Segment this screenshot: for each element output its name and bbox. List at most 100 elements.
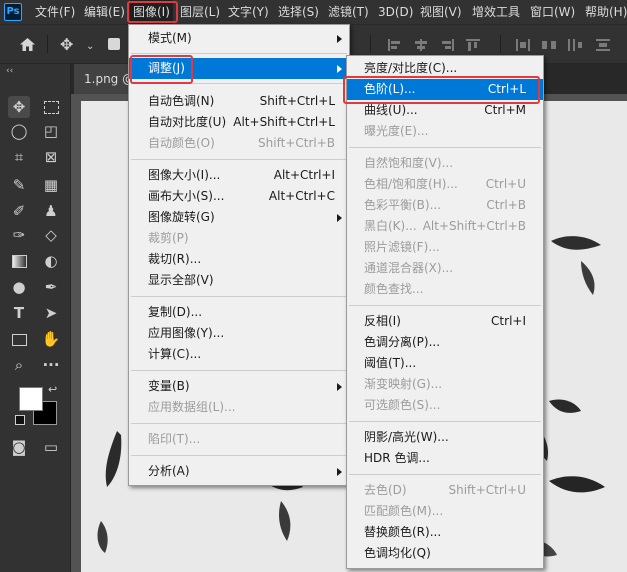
distribute-vertical-icon[interactable]	[596, 39, 610, 51]
menu-item-threshold[interactable]: 阈值(T)...	[347, 353, 543, 374]
crop-tool-icon[interactable]: ⌗	[8, 146, 30, 168]
brush-tool-icon[interactable]: ✐	[8, 200, 30, 222]
history-brush-tool-icon[interactable]: ✑	[8, 224, 30, 246]
menu-item-image-size[interactable]: 图像大小(I)... Alt+Ctrl+I	[129, 165, 349, 186]
quick-mask-icon[interactable]: ◙	[8, 436, 30, 458]
menu-item-canvas-size[interactable]: 画布大小(S)... Alt+Ctrl+C	[129, 186, 349, 207]
menu-item-black-white[interactable]: 黑白(K)... Alt+Shift+Ctrl+B	[347, 216, 543, 237]
menu-item-shadows-highlights[interactable]: 阴影/高光(W)...	[347, 427, 543, 448]
menu-item-gradient-map[interactable]: 渐变映射(G)...	[347, 374, 543, 395]
foreground-color-swatch[interactable]	[19, 387, 43, 411]
submenu-arrow-icon	[337, 383, 342, 391]
menu-item-calculations[interactable]: 计算(C)...	[129, 344, 349, 365]
screen-mode-icon[interactable]: ▭	[40, 436, 62, 458]
annotation-frame-image-menu	[127, 1, 178, 23]
menu-window[interactable]: 窗口(W)	[530, 0, 575, 24]
menu-item-equalize[interactable]: 色调均化(Q)	[347, 543, 543, 564]
align-left-icon[interactable]	[388, 39, 402, 51]
distribute-icon[interactable]	[516, 39, 530, 51]
blur-tool-icon[interactable]: ◐	[40, 250, 62, 272]
menu-type[interactable]: 文字(Y)	[228, 0, 269, 24]
menu-item-crop[interactable]: 裁剪(P)	[129, 228, 349, 249]
more-tools-icon[interactable]: ···	[40, 354, 62, 376]
eraser-tool-icon[interactable]: ◇	[40, 224, 62, 246]
swap-colors-icon[interactable]: ↩	[48, 383, 57, 396]
align-top-icon[interactable]	[466, 39, 480, 51]
menu-item-auto-contrast[interactable]: 自动对比度(U) Alt+Shift+Ctrl+L	[129, 112, 349, 133]
menu-item-reveal-all[interactable]: 显示全部(V)	[129, 270, 349, 291]
menu-plugins[interactable]: 增效工具	[472, 0, 520, 24]
annotation-frame-adjustments	[130, 55, 193, 84]
menu-filter[interactable]: 滤镜(T)	[328, 0, 369, 24]
menu-select[interactable]: 选择(S)	[278, 0, 319, 24]
menu-item-channel-mixer[interactable]: 通道混合器(X)...	[347, 258, 543, 279]
menu-bar: Ps 文件(F) 编辑(E) 图像(I) 图层(L) 文字(Y) 选择(S) 滤…	[0, 0, 627, 25]
chevron-down-icon[interactable]: ⌄	[86, 39, 94, 55]
rectangle-tool-icon[interactable]	[8, 328, 30, 350]
distribute-center-icon[interactable]	[542, 39, 556, 51]
menu-item-color-balance[interactable]: 色彩平衡(B)... Ctrl+B	[347, 195, 543, 216]
menu-item-hue-saturation[interactable]: 色相/饱和度(H)... Ctrl+U	[347, 174, 543, 195]
default-colors-icon[interactable]	[15, 415, 25, 425]
zoom-tool-icon[interactable]: ⌕	[8, 354, 30, 376]
menu-item-match-color[interactable]: 匹配颜色(M)...	[347, 501, 543, 522]
menu-item-invert[interactable]: 反相(I) Ctrl+I	[347, 311, 543, 332]
hand-tool-icon[interactable]: ✋	[40, 328, 62, 350]
menu-view[interactable]: 视图(V)	[420, 0, 462, 24]
menu-item-auto-tone[interactable]: 自动色调(N) Shift+Ctrl+L	[129, 91, 349, 112]
menu-item-exposure[interactable]: 曝光度(E)...	[347, 121, 543, 142]
distribute-right-icon[interactable]	[568, 39, 582, 51]
menu-item-posterize[interactable]: 色调分离(P)...	[347, 332, 543, 353]
menu-item-vibrance[interactable]: 自然饱和度(V)...	[347, 153, 543, 174]
menu-item-apply-data-set[interactable]: 应用数据组(L)...	[129, 397, 349, 418]
menu-item-color-lookup[interactable]: 颜色查找...	[347, 279, 543, 300]
menu-item-variables[interactable]: 变量(B)	[129, 376, 349, 397]
menu-3d[interactable]: 3D(D)	[378, 0, 413, 24]
healing-brush-tool-icon[interactable]: ▦	[40, 174, 62, 196]
align-right-icon[interactable]	[440, 39, 454, 51]
menu-item-apply-image[interactable]: 应用图像(Y)...	[129, 323, 349, 344]
path-select-tool-icon[interactable]: ➤	[40, 302, 62, 324]
lasso-tool-icon[interactable]: ◯	[8, 120, 30, 142]
menu-item-image-rotation[interactable]: 图像旋转(G)	[129, 207, 349, 228]
move-tool-option-icon[interactable]: ✥	[60, 37, 73, 53]
menu-item-selective-color[interactable]: 可选颜色(S)...	[347, 395, 543, 416]
menu-item-trap[interactable]: 陷印(T)...	[129, 429, 349, 450]
pen-tool-icon[interactable]: ✒	[40, 276, 62, 298]
image-menu-dropdown: 模式(M) 调整(J) 自动色调(N) Shift+Ctrl+L 自动对比度(U…	[128, 24, 350, 486]
menu-item-duplicate[interactable]: 复制(D)...	[129, 302, 349, 323]
object-select-tool-icon[interactable]: ◰	[40, 120, 62, 142]
move-tool-icon[interactable]: ✥	[8, 96, 30, 118]
menu-item-trim[interactable]: 裁切(R)...	[129, 249, 349, 270]
align-center-icon[interactable]	[414, 39, 428, 51]
menu-layer[interactable]: 图层(L)	[180, 0, 220, 24]
menu-edit[interactable]: 编辑(E)	[84, 0, 125, 24]
gradient-tool-icon[interactable]	[8, 250, 30, 272]
menu-item-replace-color[interactable]: 替换颜色(R)...	[347, 522, 543, 543]
annotation-frame-levels	[343, 76, 540, 104]
menu-file[interactable]: 文件(F)	[35, 0, 75, 24]
type-tool-icon[interactable]: T	[8, 302, 30, 324]
menu-item-auto-color[interactable]: 自动颜色(O) Shift+Ctrl+B	[129, 133, 349, 154]
home-icon[interactable]	[19, 37, 36, 52]
menu-item-hdr-toning[interactable]: HDR 色调...	[347, 448, 543, 469]
tools-panel: ‹‹ ✥ ◯ ◰ ⌗ ⊠ ✎ ▦ ✐ ♟ ✑ ◇ ◐ ● ✒ T ➤ ✋ ⌕ ·…	[0, 64, 71, 572]
menu-item-mode[interactable]: 模式(M)	[129, 28, 349, 49]
collapse-panel-icon[interactable]: ‹‹	[6, 66, 13, 76]
menu-item-desaturate[interactable]: 去色(D) Shift+Ctrl+U	[347, 480, 543, 501]
dodge-tool-icon[interactable]: ●	[8, 276, 30, 298]
frame-tool-icon[interactable]: ⊠	[40, 146, 62, 168]
document-tab[interactable]: 1.png @	[74, 64, 132, 94]
menu-help[interactable]: 帮助(H)	[585, 0, 627, 24]
eyedropper-tool-icon[interactable]: ✎	[8, 174, 30, 196]
auto-select-checkbox[interactable]	[108, 38, 120, 50]
menu-item-analysis[interactable]: 分析(A)	[129, 461, 349, 482]
submenu-arrow-icon	[337, 468, 342, 476]
submenu-arrow-icon	[337, 35, 342, 43]
photoshop-logo-icon: Ps	[4, 3, 22, 21]
marquee-tool-icon[interactable]	[40, 96, 62, 118]
clone-stamp-tool-icon[interactable]: ♟	[40, 200, 62, 222]
adjustments-submenu: 亮度/对比度(C)... 色阶(L)... Ctrl+L 曲线(U)... Ct…	[346, 55, 544, 569]
submenu-arrow-icon	[337, 214, 342, 222]
menu-item-photo-filter[interactable]: 照片滤镜(F)...	[347, 237, 543, 258]
